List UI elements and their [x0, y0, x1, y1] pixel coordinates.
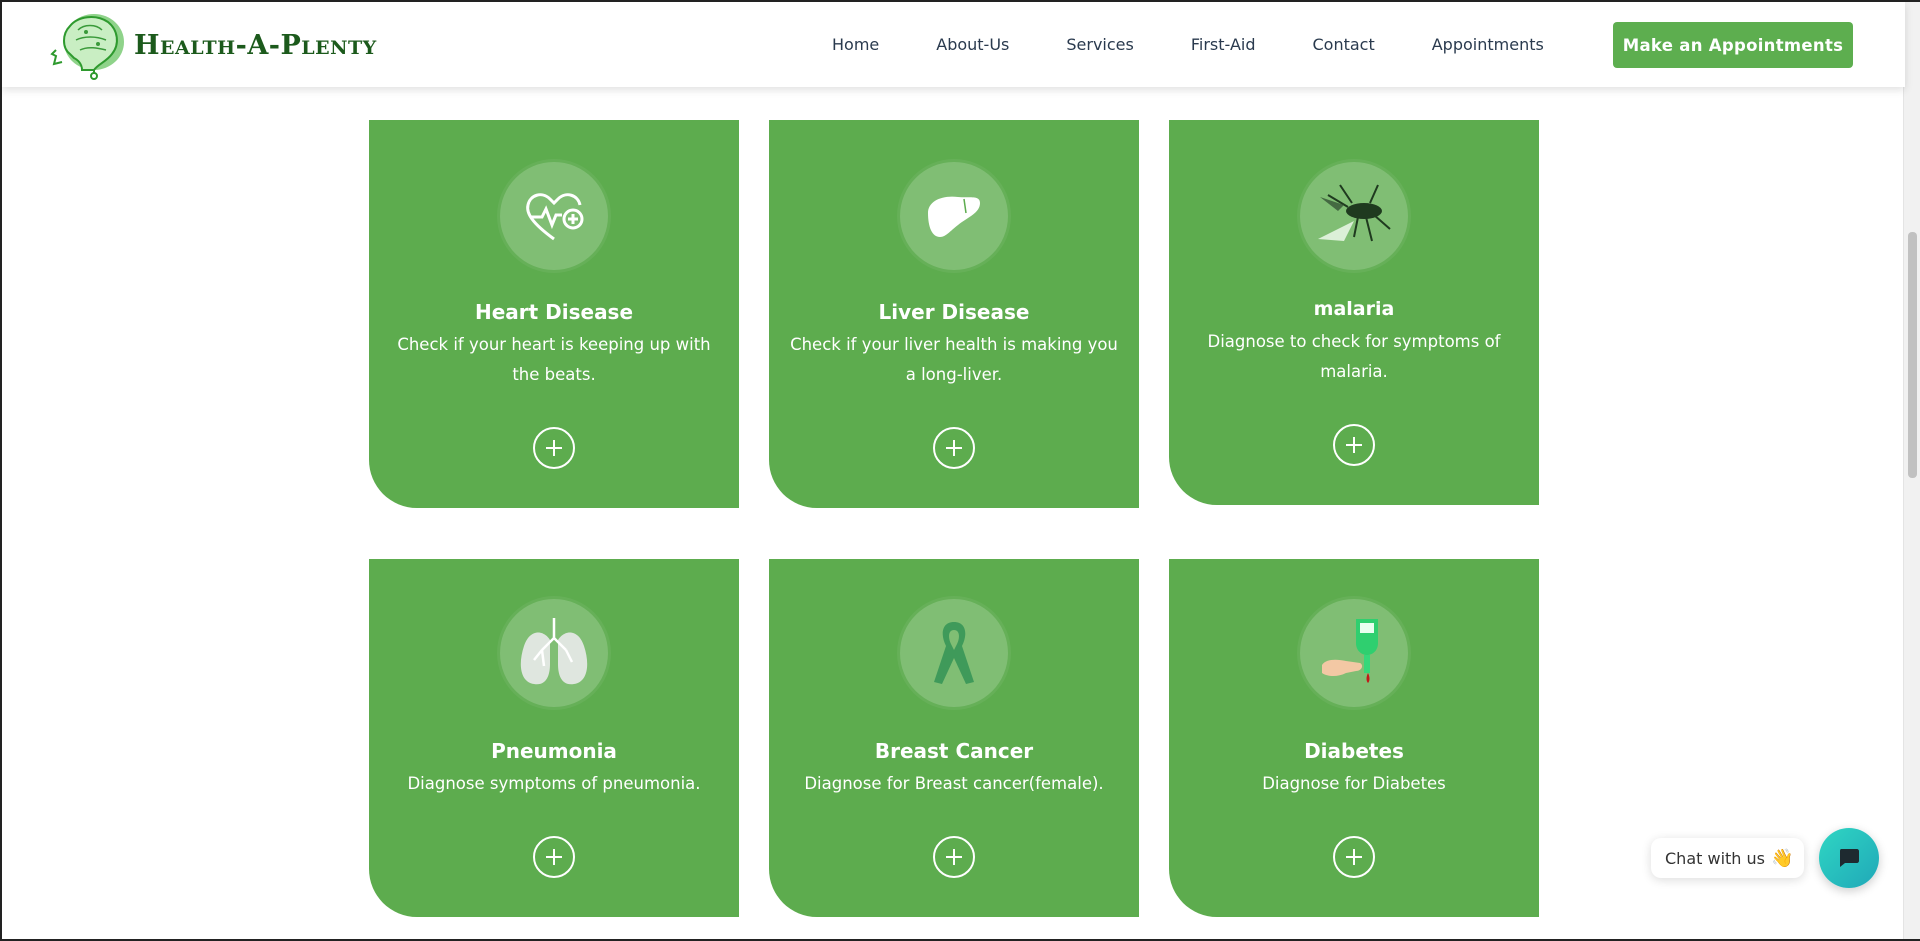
expand-button[interactable] — [533, 836, 575, 878]
expand-button[interactable] — [533, 427, 575, 469]
brain-head-logo-icon — [50, 14, 124, 80]
card-title: Diabetes — [1304, 739, 1404, 763]
service-card-malaria: malaria Diagnose to check for symptoms o… — [1169, 120, 1539, 505]
nav-home[interactable]: Home — [832, 35, 879, 54]
chat-label: Chat with us — [1665, 848, 1765, 868]
page-scrollbar[interactable] — [1903, 2, 1920, 939]
card-title: Liver Disease — [878, 300, 1030, 324]
service-card-heart-disease: Heart Disease Check if your heart is kee… — [369, 120, 739, 508]
card-title: malaria — [1313, 298, 1395, 320]
glucometer-icon — [1300, 599, 1408, 707]
chat-prompt-bubble[interactable]: Chat with us 👋 — [1651, 838, 1804, 878]
plus-icon — [1346, 437, 1362, 453]
card-description: Check if your heart is keeping up with t… — [397, 335, 711, 384]
ribbon-icon — [900, 599, 1008, 707]
nav-about-us[interactable]: About-Us — [936, 35, 1009, 54]
card-title: Pneumonia — [491, 739, 617, 763]
service-card-diabetes: Diabetes Diagnose for Diabetes — [1169, 559, 1539, 917]
nav-first-aid[interactable]: First-Aid — [1191, 35, 1256, 54]
site-header: Health-A-Plenty Home About-Us Services F… — [2, 2, 1905, 87]
plus-icon — [546, 440, 562, 456]
main-nav: Home About-Us Services First-Aid Contact… — [832, 2, 1544, 87]
brand-name: Health-A-Plenty — [134, 29, 377, 61]
card-description: Check if your liver health is making you… — [790, 335, 1118, 384]
expand-button[interactable] — [933, 427, 975, 469]
liver-icon — [900, 162, 1008, 270]
viewport: Health-A-Plenty Home About-Us Services F… — [0, 0, 1920, 941]
service-card-liver-disease: Liver Disease Check if your liver health… — [769, 120, 1139, 508]
card-title: Heart Disease — [474, 300, 634, 324]
service-card-breast-cancer: Breast Cancer Diagnose for Breast cancer… — [769, 559, 1139, 917]
plus-icon — [546, 849, 562, 865]
service-card-pneumonia: Pneumonia Diagnose symptoms of pneumonia… — [369, 559, 739, 917]
chat-launcher-button[interactable] — [1819, 828, 1879, 888]
expand-button[interactable] — [1333, 424, 1375, 466]
chat-icon — [1840, 849, 1859, 867]
waving-hand-icon: 👋 — [1770, 847, 1794, 869]
card-description: Diagnose for Diabetes — [1262, 774, 1446, 793]
card-description: Diagnose symptoms of pneumonia. — [407, 774, 701, 793]
heart-pulse-icon — [500, 162, 608, 270]
scrollbar-thumb[interactable] — [1908, 232, 1917, 478]
lungs-icon — [500, 599, 608, 707]
nav-appointments[interactable]: Appointments — [1432, 35, 1544, 54]
plus-icon — [946, 849, 962, 865]
nav-services[interactable]: Services — [1066, 35, 1133, 54]
make-appointment-button[interactable]: Make an Appointments — [1613, 22, 1853, 68]
plus-icon — [946, 440, 962, 456]
card-title: Breast Cancer — [874, 739, 1034, 763]
expand-button[interactable] — [1333, 836, 1375, 878]
nav-contact[interactable]: Contact — [1312, 35, 1374, 54]
mosquito-icon — [1300, 162, 1408, 270]
card-description: Diagnose to check for symptoms of malari… — [1207, 332, 1501, 381]
plus-icon — [1346, 849, 1362, 865]
card-description: Diagnose for Breast cancer(female). — [804, 774, 1104, 793]
brand[interactable]: Health-A-Plenty — [48, 10, 377, 80]
expand-button[interactable] — [933, 836, 975, 878]
